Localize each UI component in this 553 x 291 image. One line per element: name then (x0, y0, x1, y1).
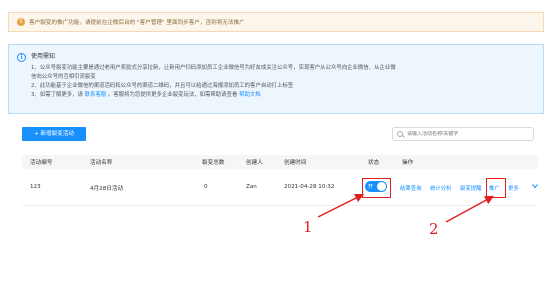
arrow-1 (317, 193, 365, 218)
annotation-label-2: 2 (429, 220, 439, 238)
annotation-label-1: 1 (303, 218, 313, 236)
arrow-2 (445, 195, 494, 223)
annotation-arrows (317, 193, 494, 223)
